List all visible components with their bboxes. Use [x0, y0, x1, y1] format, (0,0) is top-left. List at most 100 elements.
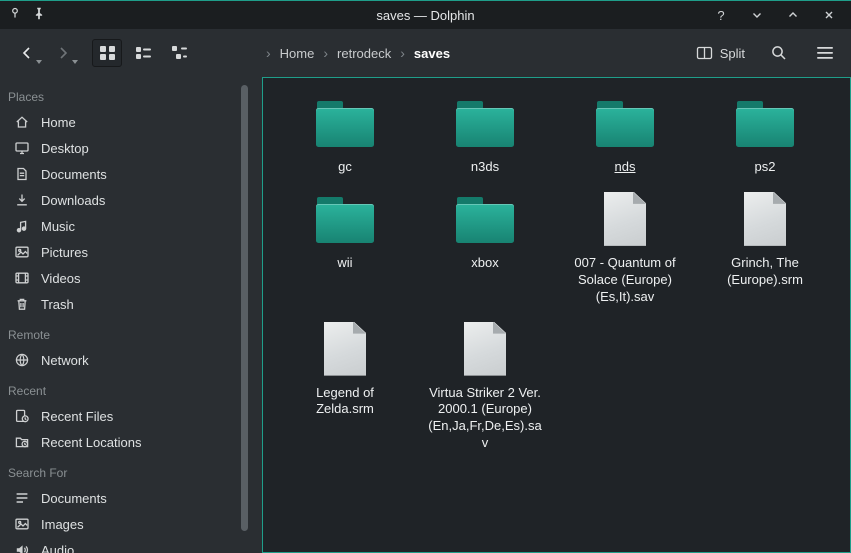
minimize-button[interactable] — [749, 7, 765, 23]
file-icon — [604, 192, 646, 246]
file-grid: gc n3ds nds ps2 wii — [275, 92, 850, 452]
file-icon — [744, 192, 786, 246]
image-icon — [14, 516, 30, 532]
sidebar-item-label: Desktop — [41, 141, 89, 156]
image-icon — [14, 244, 30, 260]
sidebar-item-trash[interactable]: Trash — [0, 291, 262, 317]
split-label: Split — [720, 46, 745, 61]
places-panel: Places Home Desktop Documents Downloads … — [0, 77, 262, 553]
folder-item-n3ds[interactable]: n3ds — [415, 92, 555, 176]
breadcrumb-saves[interactable]: saves — [414, 46, 450, 61]
folder-item-ps2[interactable]: ps2 — [695, 92, 835, 176]
sidebar-item-label: Documents — [41, 491, 107, 506]
sidebar-item-label: Videos — [41, 271, 81, 286]
item-label: ps2 — [755, 159, 776, 176]
pin-icon — [8, 6, 22, 25]
toolbar-right-group: Split — [696, 41, 837, 65]
view-mode-group — [92, 39, 194, 67]
file-item-virtua-striker[interactable]: Virtua Striker 2 Ver. 2000.1 (Europe) (E… — [415, 318, 555, 453]
sidebar-item-label: Pictures — [41, 245, 88, 260]
file-icon — [324, 322, 366, 376]
section-label-places: Places — [0, 85, 262, 109]
sidebar-item-label: Trash — [41, 297, 74, 312]
file-icon — [464, 322, 506, 376]
document-lines-icon — [14, 490, 30, 506]
sidebar-item-home[interactable]: Home — [0, 109, 262, 135]
search-icon — [770, 44, 788, 62]
sidebar-item-recent-files[interactable]: Recent Files — [0, 403, 262, 429]
item-label: nds — [615, 159, 636, 176]
section-label-search-for: Search For — [0, 461, 262, 485]
split-button[interactable]: Split — [696, 45, 745, 61]
sidebar-item-music[interactable]: Music — [0, 213, 262, 239]
tree-view-button[interactable] — [164, 39, 194, 67]
menu-button[interactable] — [813, 41, 837, 65]
sidebar-item-label: Images — [41, 517, 84, 532]
breadcrumb: › Home › retrodeck › saves — [266, 29, 450, 77]
titlebar: saves — Dolphin ? — [0, 1, 851, 29]
sidebar-item-label: Recent Files — [41, 409, 113, 424]
folder-item-xbox[interactable]: xbox — [415, 188, 555, 306]
recent-locations-icon — [14, 434, 30, 450]
window-controls: ? — [713, 1, 837, 29]
document-icon — [14, 166, 30, 182]
hamburger-icon — [816, 46, 834, 60]
split-icon — [696, 45, 713, 61]
folder-item-nds[interactable]: nds — [555, 92, 695, 176]
sidebar-item-search-audio[interactable]: Audio — [0, 537, 262, 553]
back-button[interactable] — [16, 41, 38, 65]
nav-group — [16, 41, 74, 65]
sidebar-item-desktop[interactable]: Desktop — [0, 135, 262, 161]
folder-icon — [456, 195, 514, 243]
item-label: Virtua Striker 2 Ver. 2000.1 (Europe) (E… — [426, 385, 544, 453]
sidebar-item-search-documents[interactable]: Documents — [0, 485, 262, 511]
trash-icon — [14, 296, 30, 312]
sidebar-item-search-images[interactable]: Images — [0, 511, 262, 537]
maximize-button[interactable] — [785, 7, 801, 23]
monitor-icon — [14, 140, 30, 156]
breadcrumb-home[interactable]: Home — [280, 46, 315, 61]
pin-icon — [32, 6, 46, 25]
item-label: 007 - Quantum of Solace (Europe) (Es,It)… — [566, 255, 684, 306]
sidebar-scrollbar[interactable] — [241, 85, 248, 531]
forward-dropdown-caret[interactable] — [72, 60, 78, 64]
folder-item-gc[interactable]: gc — [275, 92, 415, 176]
forward-button[interactable] — [52, 41, 74, 65]
item-label: n3ds — [471, 159, 499, 176]
sidebar-item-recent-locations[interactable]: Recent Locations — [0, 429, 262, 455]
file-item-legend-of-zelda[interactable]: Legend of Zelda.srm — [275, 318, 415, 453]
details-view-button[interactable] — [128, 39, 158, 67]
item-label: Legend of Zelda.srm — [286, 385, 404, 419]
breadcrumb-separator: › — [400, 45, 405, 61]
sidebar-item-label: Home — [41, 115, 76, 130]
icons-view-button[interactable] — [92, 39, 122, 67]
folder-item-wii[interactable]: wii — [275, 188, 415, 306]
folder-icon — [316, 99, 374, 147]
item-label: gc — [338, 159, 352, 176]
titlebar-app-icons — [8, 1, 46, 29]
sidebar-item-label: Recent Locations — [41, 435, 141, 450]
download-icon — [14, 192, 30, 208]
sidebar-item-pictures[interactable]: Pictures — [0, 239, 262, 265]
sidebar-item-network[interactable]: Network — [0, 347, 262, 373]
back-dropdown-caret[interactable] — [36, 60, 42, 64]
home-icon — [14, 114, 30, 130]
file-item-007-quantum-of-solace[interactable]: 007 - Quantum of Solace (Europe) (Es,It)… — [555, 188, 695, 306]
globe-icon — [14, 352, 30, 368]
sidebar-item-label: Audio — [41, 543, 74, 553]
help-button[interactable]: ? — [713, 7, 729, 23]
breadcrumb-retrodeck[interactable]: retrodeck — [337, 46, 391, 61]
folder-icon — [316, 195, 374, 243]
section-label-remote: Remote — [0, 323, 262, 347]
sidebar-item-documents[interactable]: Documents — [0, 161, 262, 187]
dolphin-window: saves — Dolphin ? — [0, 0, 851, 553]
speaker-icon — [14, 542, 30, 553]
sidebar-item-downloads[interactable]: Downloads — [0, 187, 262, 213]
film-icon — [14, 270, 30, 286]
file-item-grinch[interactable]: Grinch, The (Europe).srm — [695, 188, 835, 306]
search-button[interactable] — [767, 41, 791, 65]
close-button[interactable] — [821, 7, 837, 23]
section-label-recent: Recent — [0, 379, 262, 403]
sidebar-item-label: Music — [41, 219, 75, 234]
sidebar-item-videos[interactable]: Videos — [0, 265, 262, 291]
